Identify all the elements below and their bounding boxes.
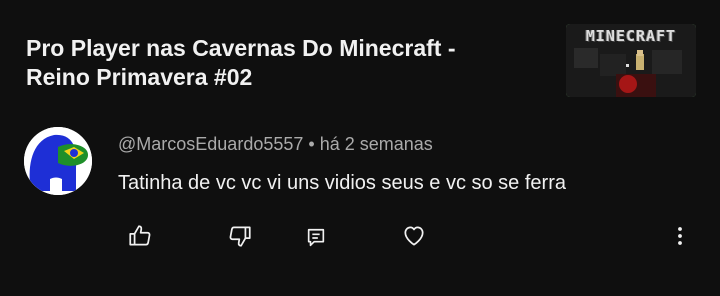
thumbnail-logo: MINECRAFT: [585, 27, 677, 45]
comment-meta: @MarcosEduardo5557 • há 2 semanas: [118, 134, 433, 155]
comment-author[interactable]: @MarcosEduardo5557: [118, 134, 303, 154]
meta-separator: •: [308, 134, 315, 154]
avatar[interactable]: [24, 127, 92, 195]
heart-button[interactable]: [398, 220, 430, 252]
thumbs-down-icon: [229, 226, 251, 247]
reply-button[interactable]: [300, 222, 332, 254]
like-button[interactable]: [124, 220, 156, 252]
avatar-image: [24, 127, 92, 195]
heart-icon: [404, 226, 424, 246]
video-title[interactable]: Pro Player nas Cavernas Do Minecraft - R…: [26, 34, 526, 92]
dislike-button[interactable]: [224, 220, 256, 252]
video-thumbnail[interactable]: MINECRAFT: [566, 24, 696, 97]
more-options-button[interactable]: [664, 220, 696, 252]
comment-text: Tatinha de vc vc vi uns vidios seus e vc…: [118, 172, 566, 194]
reply-icon: [307, 228, 325, 247]
comment-time: há 2 semanas: [319, 134, 433, 154]
more-vertical-icon: [678, 227, 682, 245]
thumbs-up-icon: [129, 225, 151, 246]
